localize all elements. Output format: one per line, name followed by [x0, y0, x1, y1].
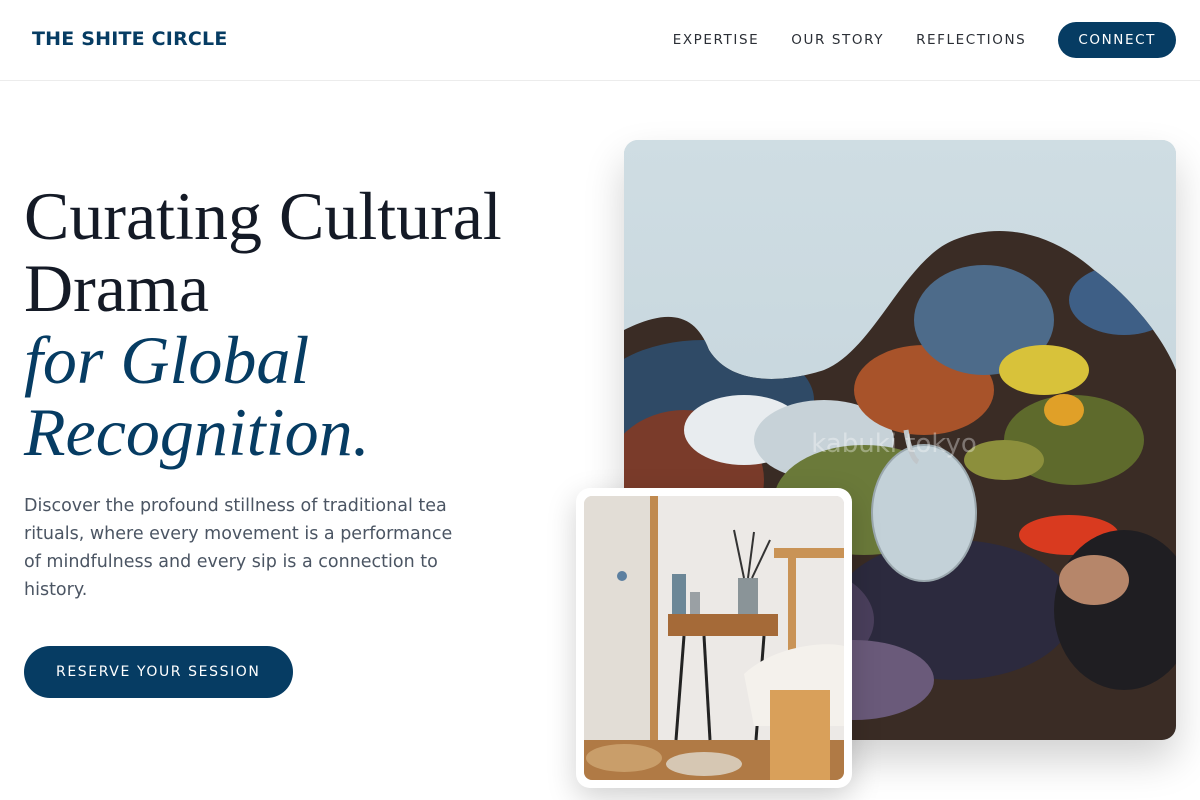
studio-illustration — [584, 496, 844, 780]
main-nav: EXPERTISE OUR STORY REFLECTIONS CONNECT — [673, 22, 1176, 58]
nav-link-expertise[interactable]: EXPERTISE — [673, 22, 760, 58]
nav-link-our-story[interactable]: OUR STORY — [791, 22, 884, 58]
hero-headline: Curating Cultural Drama for Global Recog… — [24, 180, 584, 468]
headline-line-2: Drama — [24, 250, 210, 326]
site-header: THE SHITE CIRCLE EXPERTISE OUR STORY REF… — [0, 0, 1200, 81]
headline-line-1: Curating Cultural — [24, 178, 502, 254]
studio-image — [584, 496, 844, 780]
headline-accent-line-1: for Global — [24, 322, 310, 398]
studio-image-card — [576, 488, 852, 788]
connect-button[interactable]: CONNECT — [1058, 22, 1176, 58]
reserve-session-button[interactable]: RESERVE YOUR SESSION — [24, 646, 293, 698]
hero-description: Discover the profound stillness of tradi… — [24, 496, 453, 600]
hero-section: Curating Cultural Drama for Global Recog… — [24, 180, 584, 698]
nav-link-reflections[interactable]: REFLECTIONS — [916, 22, 1026, 58]
headline-accent-line-2: Recognition. — [24, 394, 370, 470]
brand-logo[interactable]: THE SHITE CIRCLE — [32, 28, 228, 50]
main-image-watermark: kabuki tokyo — [811, 429, 977, 459]
